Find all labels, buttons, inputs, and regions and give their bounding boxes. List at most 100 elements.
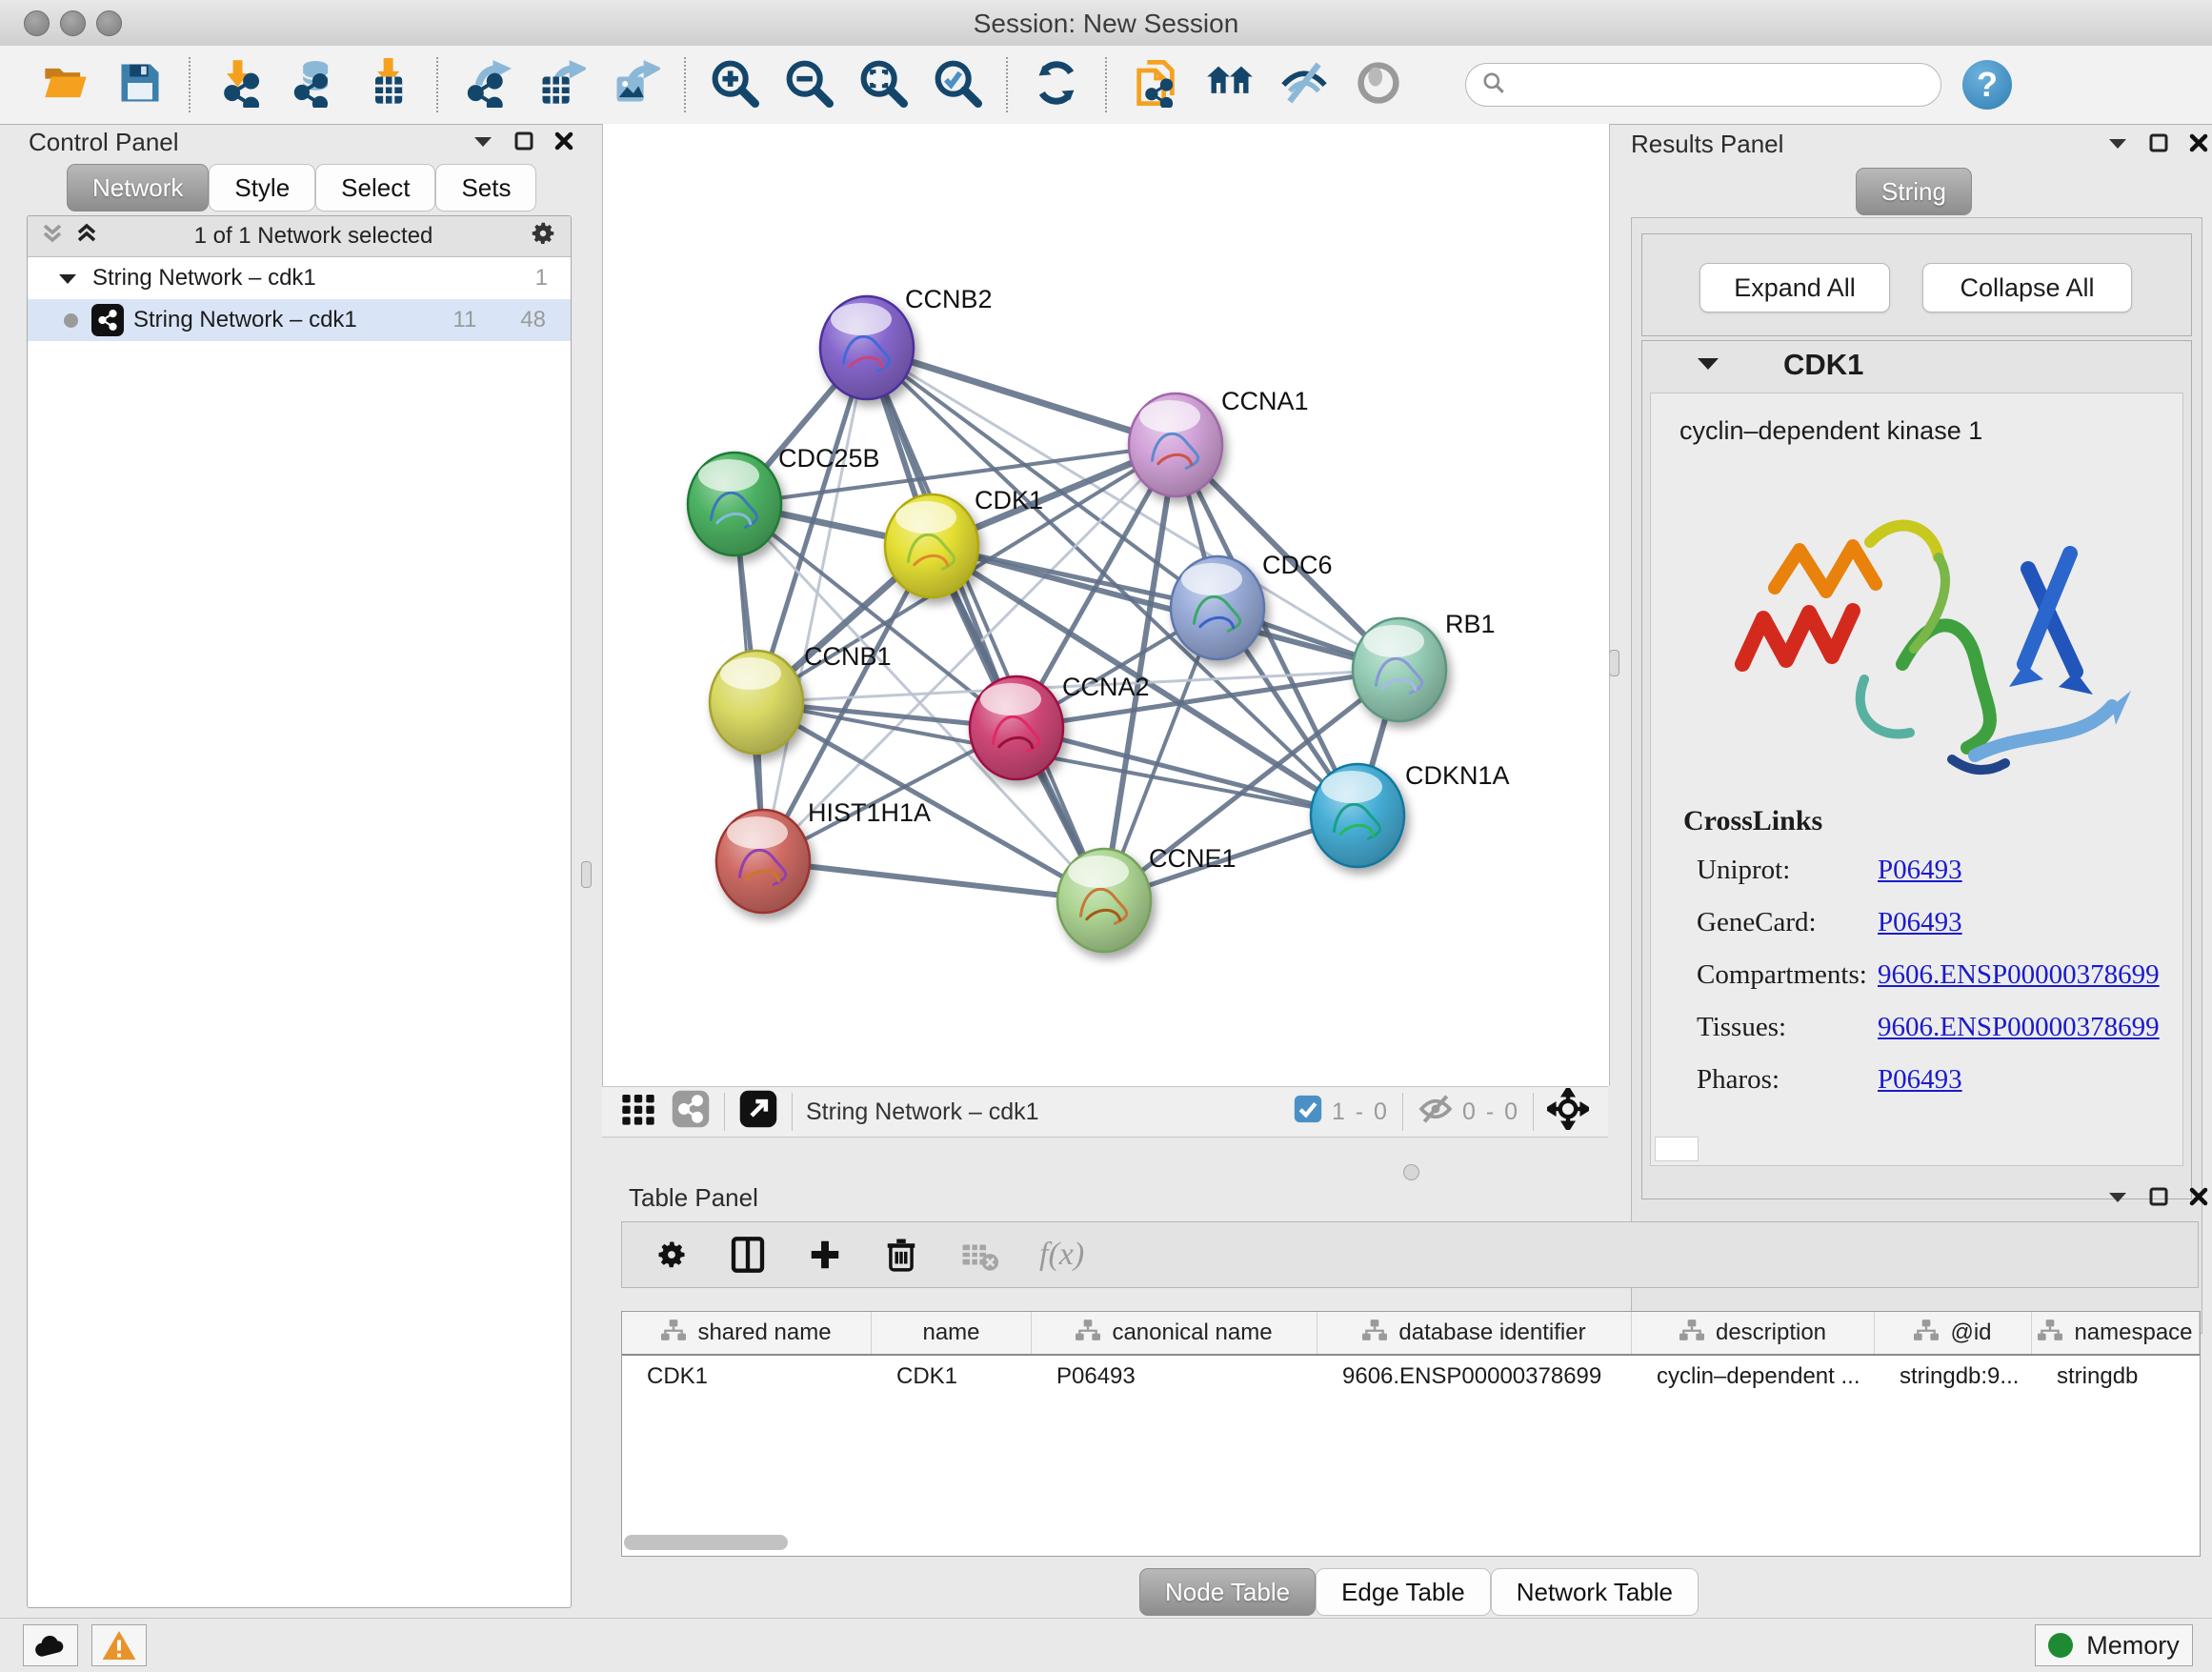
tab-string[interactable]: String [1856,168,1972,215]
panel-close-icon[interactable] [2189,1187,2208,1206]
search-box[interactable] [1465,63,1941,107]
edge-CCNB2-HIST1H1A[interactable] [763,348,867,861]
fit-selected-crosshair-icon[interactable] [1547,1088,1589,1137]
panel-menu-caret-icon[interactable] [473,134,493,148]
tab-node-table[interactable]: Node Table [1139,1568,1316,1616]
column-header-description[interactable]: description [1632,1312,1875,1354]
hidden-eye-slash-icon[interactable] [1417,1090,1455,1135]
save-session-button[interactable] [103,54,177,115]
grid-view-icon[interactable] [619,1090,657,1135]
export-image-button[interactable] [598,54,673,115]
crosslink-link[interactable]: P06493 [1878,855,1962,886]
warnings-button[interactable] [91,1624,147,1666]
toolbar-separator [684,57,686,112]
home-views-button[interactable] [1193,54,1267,115]
network-collection-row[interactable]: String Network – cdk1 1 [28,257,571,299]
panel-menu-caret-icon[interactable] [2107,1190,2128,1203]
tab-style[interactable]: Style [209,164,315,212]
import-table-from-file-button[interactable] [351,54,425,115]
collapse-all-button[interactable]: Collapse All [1922,263,2132,312]
collapse-all-icon[interactable] [41,221,64,252]
table-splitter-handle[interactable] [1403,1164,1419,1180]
delete-table-icon[interactable] [959,1235,999,1275]
tab-sets[interactable]: Sets [435,164,536,212]
column-header-database-identifier[interactable]: database identifier [1317,1312,1632,1354]
network-row[interactable]: String Network – cdk1 11 48 [28,299,571,341]
node-CDC25B[interactable]: CDC25B [688,444,880,555]
panel-close-icon[interactable] [554,131,573,151]
import-network-from-file-button[interactable] [202,54,276,115]
toolbar-separator [436,57,438,112]
column-header-canonical-name[interactable]: canonical name [1032,1312,1317,1354]
panel-float-icon[interactable] [514,131,533,151]
collapse-entry-caret-icon[interactable] [1696,355,1720,375]
network-share-icon[interactable] [671,1089,711,1136]
panel-float-icon[interactable] [2149,133,2168,152]
crosslink-link[interactable]: P06493 [1878,907,1962,938]
show-column-icon[interactable] [729,1236,767,1274]
node-RB1[interactable]: RB1 [1353,610,1496,721]
add-column-icon[interactable] [807,1237,843,1273]
horizontal-scrollbar[interactable] [624,1535,2196,1552]
crosslink-link[interactable]: P06493 [1878,1064,1962,1096]
crosslink-link[interactable]: 9606.ENSP00000378699 [1878,959,2160,991]
node-CCNA1[interactable]: CCNA1 [1129,387,1309,496]
search-input[interactable] [1516,71,1925,99]
panel-float-icon[interactable] [2149,1187,2168,1206]
search-icon [1481,71,1506,100]
node-CCNE1[interactable]: CCNE1 [1057,844,1237,952]
node-HIST1H1A[interactable]: HIST1H1A [716,798,931,913]
control-panel-tabs: NetworkStyleSelectSets [67,164,536,212]
tab-network[interactable]: Network [67,164,209,212]
tree-expand-caret-icon[interactable] [58,265,77,292]
cloud-button[interactable] [23,1624,78,1666]
node-CCNA2[interactable]: CCNA2 [970,673,1150,779]
delete-column-icon[interactable] [883,1237,919,1273]
zoom-out-button[interactable] [772,54,846,115]
import-table-from-file-icon [363,58,412,112]
memory-button[interactable]: Memory [2035,1624,2193,1666]
expand-all-icon[interactable] [75,221,98,252]
node-CDKN1A[interactable]: CDKN1A [1311,761,1510,867]
column-header--id[interactable]: @id [1875,1312,2032,1354]
network-canvas[interactable]: CCNB2CCNA1CDC25BCDK1CDC6RB1CCNB1CCNA2CDK… [602,124,1610,1086]
table-gear-icon[interactable] [654,1238,689,1272]
tab-select[interactable]: Select [315,164,435,212]
scrollbar-thumb[interactable] [624,1535,788,1550]
column-header-namespace[interactable]: namespace [2032,1312,2200,1354]
new-network-document-button[interactable] [1118,54,1193,115]
zoom-selected-button[interactable] [920,54,995,115]
import-network-from-database-button[interactable] [276,54,351,115]
export-network-button[interactable] [450,54,524,115]
edge-CCNB2-CCNA1[interactable] [867,348,1176,445]
gear-icon[interactable] [529,219,557,254]
save-session-icon [115,58,165,112]
open-in-window-icon[interactable] [738,1089,778,1136]
refresh-view-button[interactable] [1019,54,1094,115]
left-splitter-handle[interactable] [581,861,592,888]
table-row[interactable]: CDK1CDK1P064939606.ENSP00000378699cyclin… [622,1356,2200,1398]
function-builder-icon[interactable]: f(x) [1039,1237,1084,1273]
network-tree: String Network – cdk1 1 String Network –… [28,257,571,341]
panel-menu-caret-icon[interactable] [2107,136,2128,150]
right-splitter-handle[interactable] [1609,650,1619,676]
export-table-button[interactable] [524,54,598,115]
table-body: CDK1CDK1P064939606.ENSP00000378699cyclin… [622,1356,2200,1398]
expand-all-button[interactable]: Expand All [1699,263,1890,312]
zoom-in-button[interactable] [697,54,772,115]
column-header-name[interactable]: name [872,1312,1032,1354]
open-session-button[interactable] [29,54,103,115]
tab-edge-table[interactable]: Edge Table [1316,1568,1491,1616]
hide-selection-button[interactable] [1267,54,1341,115]
collection-count: 1 [535,265,548,292]
crosslink-link[interactable]: 9606.ENSP00000378699 [1878,1012,2160,1043]
selected-checkbox-icon[interactable] [1292,1093,1324,1132]
network-column-icon [2038,1319,2062,1347]
help-button[interactable]: ? [1962,60,2012,110]
edge-HIST1H1A-CCNE1[interactable] [763,861,1104,900]
render-sphere-button[interactable] [1341,54,1416,115]
zoom-fit-content-button[interactable] [846,54,920,115]
tab-network-table[interactable]: Network Table [1491,1568,1699,1616]
column-header-shared-name[interactable]: shared name [622,1312,872,1354]
panel-close-icon[interactable] [2189,133,2208,152]
